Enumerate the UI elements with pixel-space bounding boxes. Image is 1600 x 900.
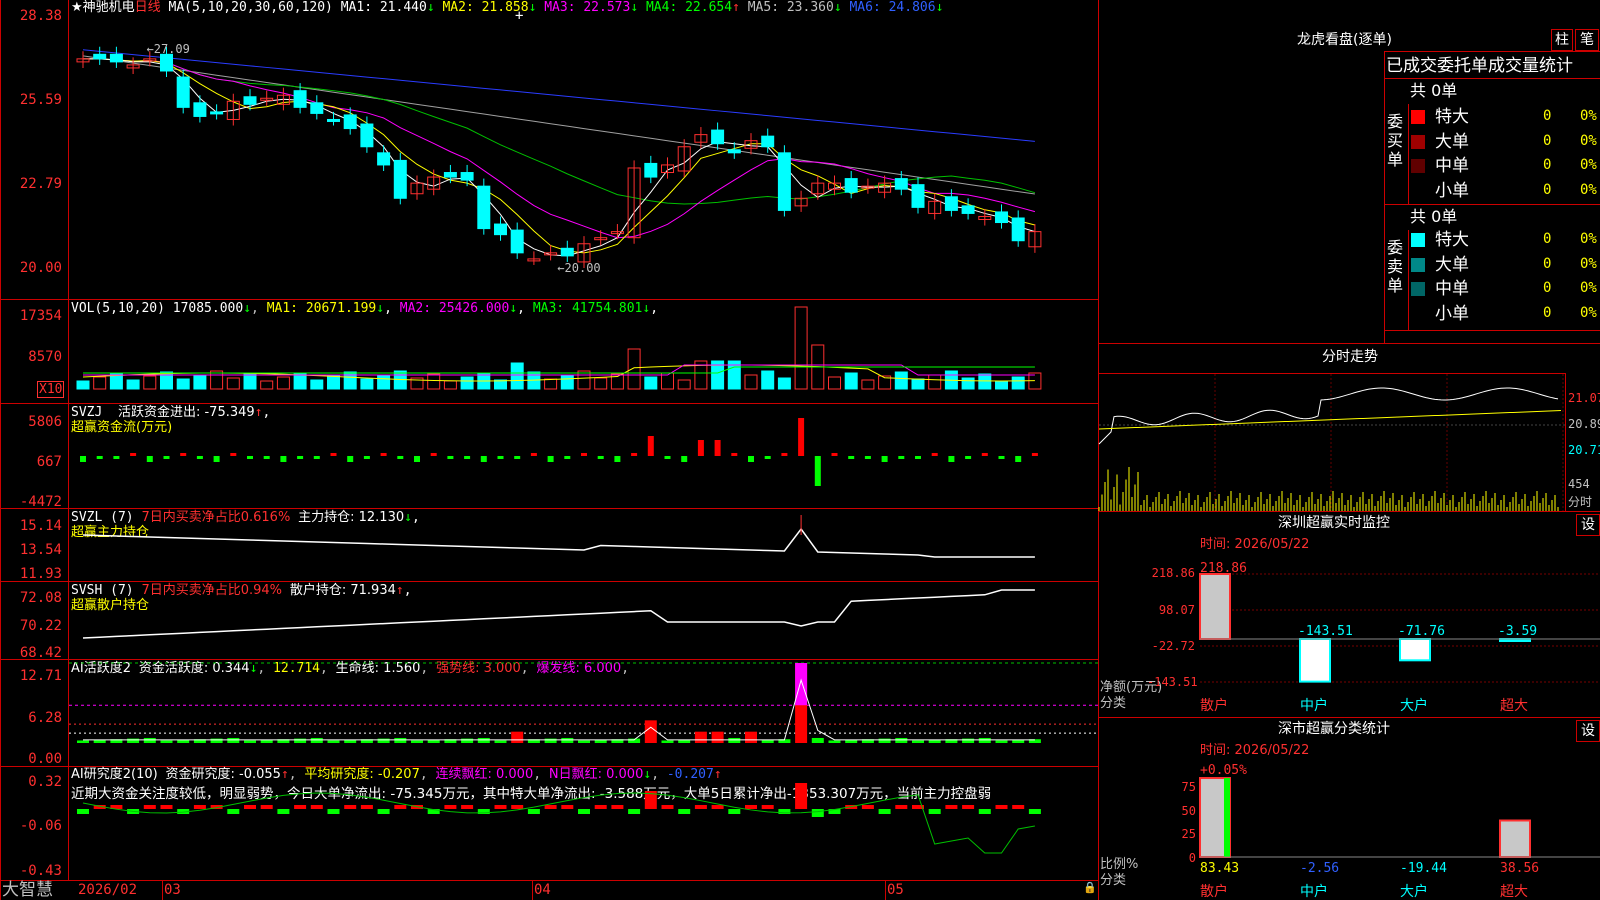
- classify-ylabel: 比例%: [1100, 857, 1139, 872]
- monitor-chart[interactable]: 218.86 散户 -143.51 中户 -71.76 大户 -3.59 超大 83.43 散户 -…: [0, 0, 1600, 900]
- classify-xlabel: 分类: [1100, 873, 1127, 888]
- monitor-value-label: -71.76: [1398, 624, 1445, 639]
- monitor-category-label: 散户: [1200, 697, 1228, 714]
- classify-settings-button[interactable]: 设: [1576, 720, 1600, 742]
- monitor-bar: [1199, 573, 1231, 640]
- classify-ytick: 25: [1181, 827, 1196, 841]
- classify-value-label: 83.43: [1200, 861, 1239, 876]
- classify-category-label: 大户: [1400, 883, 1428, 900]
- monitor-bar: [1299, 638, 1331, 683]
- classify-time: 时间: 2026/05/22: [1200, 743, 1310, 758]
- classify-category-label: 中户: [1300, 883, 1328, 900]
- classify-ytick: 50: [1181, 804, 1196, 818]
- monitor-category-label: 大户: [1400, 697, 1428, 714]
- classify-ytick: 75: [1181, 780, 1196, 794]
- monitor-value-label: -3.59: [1498, 624, 1537, 639]
- classify-title: 深市超赢分类统计: [1278, 721, 1390, 737]
- classify-bar: [1499, 819, 1531, 858]
- classify-category-label: 散户: [1200, 883, 1228, 900]
- classify-category-label: 超大: [1500, 884, 1528, 900]
- monitor-category-label: 中户: [1300, 697, 1328, 714]
- classify-top-label: +0.05%: [1200, 763, 1247, 778]
- monitor-bar: [1399, 638, 1431, 662]
- classify-ytick: 0: [1188, 851, 1196, 865]
- classify-value-label: -2.56: [1300, 861, 1339, 876]
- monitor-value-label: 218.86: [1200, 561, 1247, 576]
- classify-value-label: 38.56: [1500, 861, 1539, 876]
- monitor-value-label: -143.51: [1298, 624, 1353, 639]
- classify-bar-accent: [1224, 778, 1230, 857]
- monitor-category-label: 超大: [1500, 698, 1528, 714]
- classify-value-label: -19.44: [1400, 861, 1447, 876]
